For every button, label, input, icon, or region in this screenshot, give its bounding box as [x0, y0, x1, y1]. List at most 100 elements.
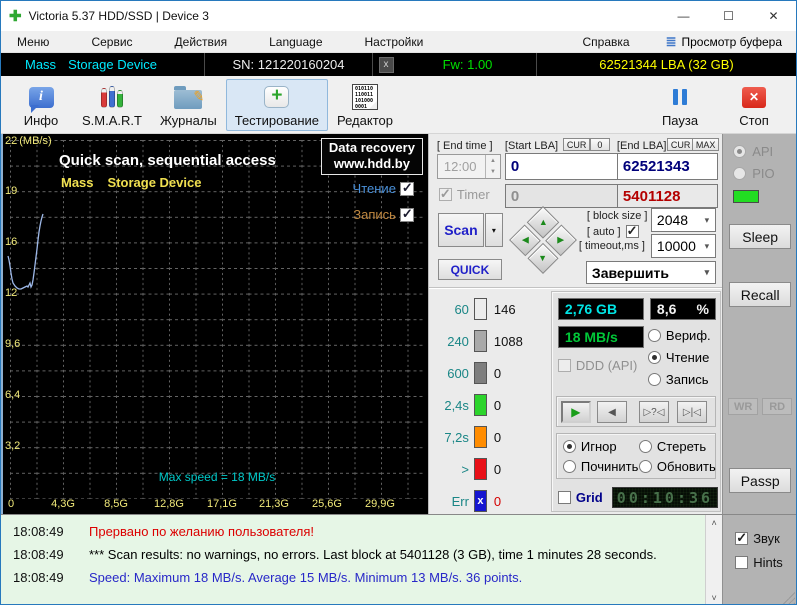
maximize-icon[interactable]: ☐ — [706, 1, 751, 31]
write-radio[interactable] — [648, 373, 661, 386]
rd-button[interactable]: RD — [762, 398, 792, 415]
sound-checkbox[interactable] — [735, 532, 748, 545]
timer-checkbox[interactable] — [439, 188, 452, 201]
api-radio[interactable] — [733, 145, 746, 158]
menu-item-settings[interactable]: Настройки — [355, 33, 434, 51]
menu-item-menu[interactable]: Меню — [7, 33, 59, 51]
editor-button[interactable]: 010110 110011 101000 0001 Редактор — [328, 79, 402, 131]
watermark-line1: Data recovery — [329, 140, 415, 156]
folder-icon: ✎ — [174, 90, 202, 109]
pio-option: PIO — [733, 166, 774, 181]
bin-label: 240 — [433, 334, 469, 349]
testing-label: Тестирование — [235, 113, 319, 128]
verify-radio[interactable] — [648, 329, 661, 342]
repair-radio[interactable] — [563, 460, 576, 473]
device-model[interactable]: Mass Storage Device — [1, 53, 205, 76]
start-lba-input[interactable]: 0 — [505, 153, 633, 180]
scroll-down-icon[interactable]: ˅ — [706, 590, 722, 605]
passp-button[interactable]: Passp — [729, 468, 791, 493]
serial-hide-button[interactable]: x — [379, 57, 394, 73]
ignore-radio[interactable] — [563, 440, 576, 453]
scan-dropdown-button[interactable]: ▾ — [485, 213, 503, 247]
down-arrow-icon: ▼ — [538, 253, 547, 263]
log-scrollbar[interactable]: ˄ ˅ — [705, 515, 722, 605]
block-size-combo[interactable]: 2048 ▾ — [651, 208, 716, 232]
y-axis-label: 12 — [5, 287, 17, 299]
sleep-button[interactable]: Sleep — [729, 224, 791, 249]
seek-test-button[interactable]: ▷?◁ — [639, 401, 669, 423]
end-max-button[interactable]: MAX — [692, 138, 720, 151]
wr-button[interactable]: WR — [728, 398, 758, 415]
green-cross-icon: + — [264, 86, 289, 108]
action-repair-option[interactable]: Починить — [563, 459, 639, 474]
minimize-icon[interactable]: — — [661, 1, 706, 31]
end-time-spinner[interactable]: 12:00 ▲ ▼ — [437, 154, 501, 179]
mode-write-option[interactable]: Запись — [648, 372, 709, 387]
test-control-panel: [ End time ] 12:00 ▲ ▼ Timer [Start LBA]… — [428, 134, 722, 514]
resize-grip[interactable] — [782, 592, 795, 605]
action-refresh-option[interactable]: Обновить — [639, 459, 716, 474]
spin-down-icon[interactable]: ▼ — [486, 167, 500, 179]
read-curve-checkbox[interactable] — [400, 182, 414, 196]
scrollbar-track[interactable] — [706, 531, 722, 590]
hints-checkbox[interactable] — [735, 556, 748, 569]
menu-item-help[interactable]: Справка — [573, 33, 640, 51]
pause-button[interactable]: Пауза — [648, 79, 712, 131]
end-cur-button[interactable]: CUR — [667, 138, 695, 151]
scroll-up-icon[interactable]: ˄ — [706, 515, 722, 531]
action-erase-option[interactable]: Стереть — [639, 439, 706, 454]
bin-count: 146 — [494, 302, 516, 317]
info-button[interactable]: i Инфо — [9, 79, 73, 131]
on-end-action-combo[interactable]: Завершить ▾ — [586, 261, 716, 284]
journals-button[interactable]: ✎ Журналы — [151, 79, 226, 131]
end-lba-label: [End LBA] — [617, 140, 667, 152]
victoria-window: ✚ Victoria 5.37 HDD/SSD | Device 3 — ☐ ✕… — [0, 0, 797, 605]
pio-radio[interactable] — [733, 167, 746, 180]
timeout-combo[interactable]: 10000 ▾ — [651, 234, 716, 258]
edge-seek-button[interactable]: ▷|◁ — [677, 401, 707, 423]
close-icon[interactable]: ✕ — [751, 1, 796, 31]
smart-button[interactable]: S.M.A.R.T — [73, 79, 151, 131]
toolbar-right: Пауза ✕ Стоп — [648, 79, 786, 131]
log-panel[interactable]: 18:08:49 Прервано по желанию пользовател… — [1, 514, 722, 605]
spin-up-icon[interactable]: ▲ — [486, 155, 500, 167]
erase-radio[interactable] — [639, 440, 652, 453]
y-axis-label: 16 — [5, 236, 17, 248]
mode-verify-option[interactable]: Вериф. — [648, 328, 711, 343]
sound-option: Звук — [735, 531, 780, 546]
menu-item-service[interactable]: Сервис — [81, 33, 142, 51]
x-axis-label: 12,8G — [154, 498, 184, 510]
scan-button[interactable]: Scan — [438, 213, 484, 247]
recall-button[interactable]: Recall — [729, 282, 791, 307]
ddd-checkbox[interactable] — [558, 359, 571, 372]
bin-swatch — [474, 426, 487, 448]
read-radio[interactable] — [648, 351, 661, 364]
start-cur-button[interactable]: CUR — [563, 138, 591, 151]
end-lba-input[interactable]: 62521343 — [617, 153, 718, 180]
mode-read-option[interactable]: Чтение — [648, 350, 709, 365]
y-axis-label: 3,2 — [5, 440, 20, 452]
read-curve-toggle: Чтение — [353, 181, 414, 196]
buffer-view-button[interactable]: ≣ Просмотр буфера — [662, 32, 786, 52]
menu-item-actions[interactable]: Действия — [165, 33, 238, 51]
play-button[interactable]: ▶ — [561, 401, 591, 423]
stop-button[interactable]: ✕ Стоп — [722, 79, 786, 131]
quick-button[interactable]: QUICK — [438, 259, 502, 280]
up-arrow-icon: ▲ — [538, 217, 547, 227]
speed-display: 18 MB/s — [558, 326, 644, 348]
write-curve-checkbox[interactable] — [400, 208, 414, 222]
menu-item-language[interactable]: Language — [259, 33, 332, 51]
stop-label: Стоп — [739, 113, 768, 128]
start-zero-button[interactable]: 0 — [590, 138, 610, 151]
auto-checkbox[interactable] — [626, 225, 639, 238]
rewind-button[interactable]: ◀ — [597, 401, 627, 423]
log-message: Speed: Maximum 18 MB/s. Average 15 MB/s.… — [89, 570, 522, 585]
max-speed-note: Max speed = 18 MB/s — [3, 470, 428, 484]
rewind-icon: ◀ — [608, 407, 616, 418]
grid-checkbox[interactable] — [558, 491, 571, 504]
testing-button[interactable]: + Тестирование — [226, 79, 328, 131]
edge-seek-icon: ▷|◁ — [683, 407, 701, 418]
start-lba-secondary-input[interactable]: 0 — [505, 184, 633, 208]
refresh-radio[interactable] — [639, 460, 652, 473]
action-ignore-option[interactable]: Игнор — [563, 439, 617, 454]
